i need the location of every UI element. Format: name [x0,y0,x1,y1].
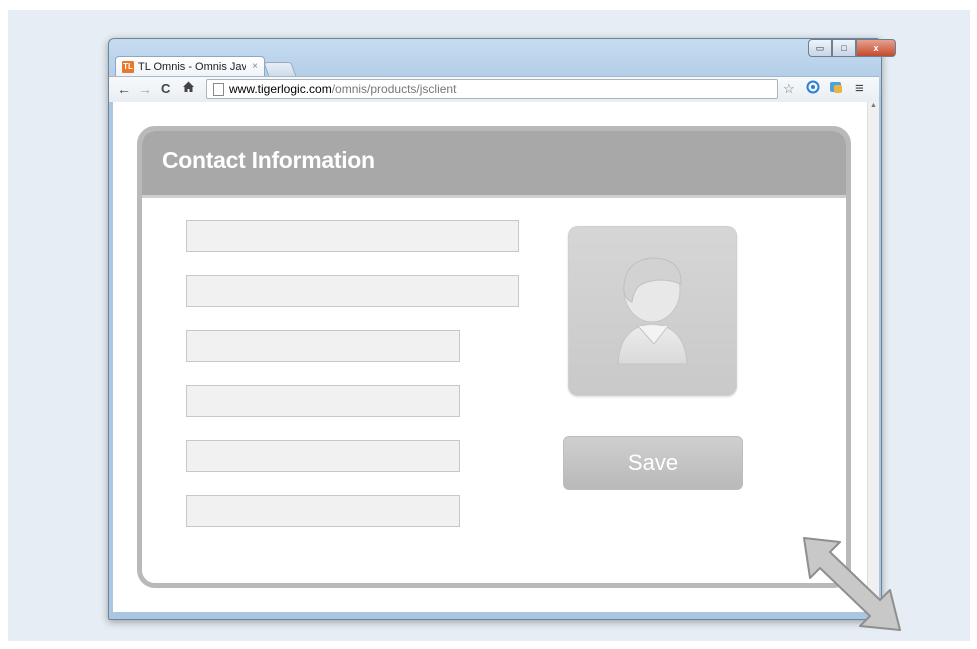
text-field[interactable] [186,330,460,362]
url-text: www.tigerlogic.com/omnis/products/jsclie… [229,82,457,96]
maximize-button[interactable]: □ [832,39,856,57]
panel-title: Contact Information [162,147,375,173]
text-field[interactable] [186,275,519,307]
window-controls: ▭ □ x [808,39,896,57]
photo-placeholder[interactable] [568,226,737,396]
person-avatar-icon [617,257,688,365]
save-button[interactable]: Save [563,436,743,490]
favicon-icon: TL [122,61,134,73]
back-icon[interactable]: ← [117,80,131,98]
address-bar[interactable]: www.tigerlogic.com/omnis/products/jsclie… [206,79,778,99]
forward-icon[interactable]: → [138,80,152,98]
new-tab-button[interactable] [263,62,297,77]
tab-close-icon[interactable]: × [252,57,258,77]
scroll-up-icon[interactable]: ▲ [868,102,879,109]
resize-arrow-icon [803,537,901,631]
close-button[interactable]: x [856,39,896,57]
star-icon[interactable]: ☆ [783,80,795,98]
page-icon [213,83,224,96]
text-field[interactable] [186,385,460,417]
panel-header: Contact Information [142,131,846,198]
text-field[interactable] [186,495,460,527]
reload-icon[interactable]: C [161,80,170,98]
text-field[interactable] [186,220,519,252]
extension-icon[interactable] [829,80,843,99]
browser-tab[interactable]: TL TL Omnis - Omnis JavaScr × [115,56,265,77]
tab-title: TL Omnis - Omnis JavaScr [138,61,246,73]
minimize-button[interactable]: ▭ [808,39,832,57]
home-icon[interactable] [182,80,195,98]
extension-icon[interactable] [806,80,820,99]
text-field[interactable] [186,440,460,472]
menu-icon[interactable]: ≡ [855,80,864,98]
